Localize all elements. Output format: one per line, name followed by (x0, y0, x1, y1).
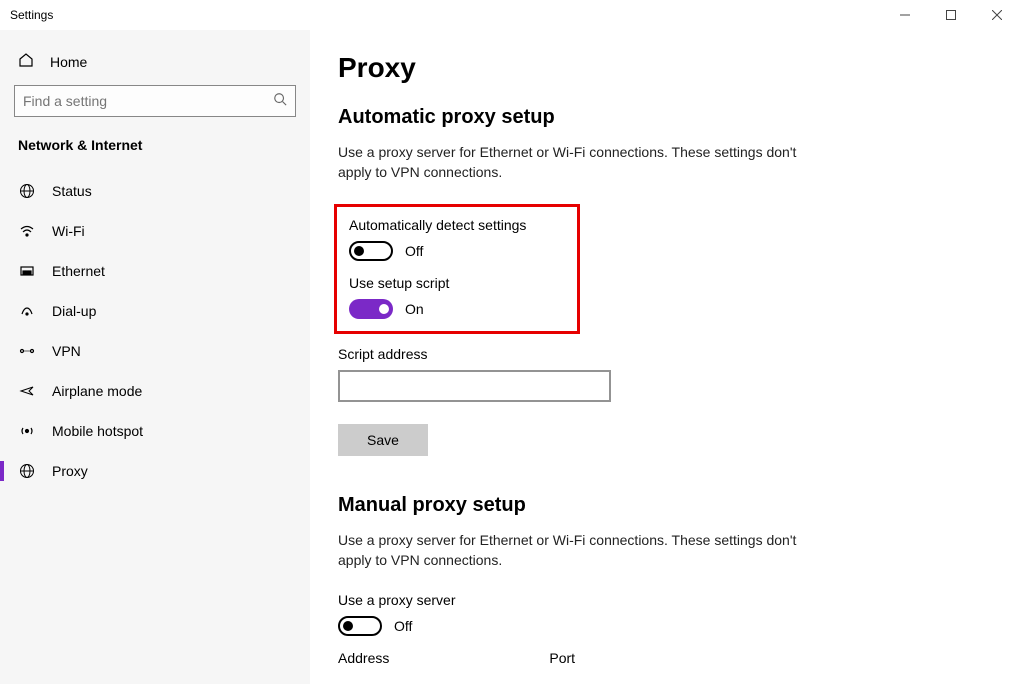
nav-label: Proxy (52, 463, 88, 479)
manual-section-desc: Use a proxy server for Ethernet or Wi-Fi… (338, 531, 798, 570)
sidebar-item-proxy[interactable]: Proxy (14, 451, 296, 491)
auto-detect-toggle[interactable] (349, 241, 393, 261)
setup-script-state: On (405, 301, 424, 317)
auto-section-heading: Automatic proxy setup (338, 106, 992, 129)
manual-address-label: Address (338, 650, 389, 666)
nav-label: Dial-up (52, 303, 96, 319)
script-address-input[interactable] (338, 370, 611, 402)
maximize-button[interactable] (928, 0, 974, 30)
sidebar-item-wifi[interactable]: Wi-Fi (14, 211, 296, 251)
main-content: Proxy Automatic proxy setup Use a proxy … (310, 30, 1020, 684)
window-title: Settings (10, 8, 53, 22)
use-proxy-label: Use a proxy server (338, 592, 992, 608)
manual-section-heading: Manual proxy setup (338, 494, 992, 517)
page-title: Proxy (338, 52, 992, 84)
nav-label: VPN (52, 343, 81, 359)
window-controls (882, 0, 1020, 30)
wifi-icon (18, 223, 36, 239)
airplane-icon (18, 383, 36, 399)
proxy-icon (18, 463, 36, 479)
script-address-label: Script address (338, 346, 992, 362)
search-box[interactable] (14, 85, 296, 117)
hotspot-icon (18, 423, 36, 439)
home-icon (18, 52, 34, 71)
use-proxy-toggle[interactable] (338, 616, 382, 636)
nav-label: Ethernet (52, 263, 105, 279)
sidebar-item-vpn[interactable]: VPN (14, 331, 296, 371)
save-button[interactable]: Save (338, 424, 428, 456)
close-button[interactable] (974, 0, 1020, 30)
sidebar-item-dialup[interactable]: Dial-up (14, 291, 296, 331)
minimize-button[interactable] (882, 0, 928, 30)
dialup-icon (18, 303, 36, 319)
use-proxy-state: Off (394, 618, 412, 634)
search-input[interactable] (23, 93, 273, 109)
home-label: Home (50, 54, 87, 70)
section-title: Network & Internet (14, 137, 296, 153)
ethernet-icon (18, 263, 36, 279)
nav-label: Mobile hotspot (52, 423, 143, 439)
globe-icon (18, 183, 36, 199)
auto-detect-state: Off (405, 243, 423, 259)
nav-list: Status Wi-Fi Ethernet Dial-up VPN Airpla… (14, 171, 296, 491)
nav-label: Wi-Fi (52, 223, 85, 239)
auto-section-desc: Use a proxy server for Ethernet or Wi-Fi… (338, 143, 798, 182)
sidebar: Home Network & Internet Status Wi-Fi Eth… (0, 30, 310, 684)
home-link[interactable]: Home (14, 48, 296, 85)
sidebar-item-ethernet[interactable]: Ethernet (14, 251, 296, 291)
nav-label: Status (52, 183, 92, 199)
search-icon (273, 92, 287, 111)
sidebar-item-status[interactable]: Status (14, 171, 296, 211)
titlebar: Settings (0, 0, 1020, 30)
highlight-annotation: Automatically detect settings Off Use se… (334, 204, 580, 334)
auto-detect-label: Automatically detect settings (349, 217, 565, 233)
vpn-icon (18, 343, 36, 359)
nav-label: Airplane mode (52, 383, 142, 399)
sidebar-item-airplane[interactable]: Airplane mode (14, 371, 296, 411)
manual-port-label: Port (549, 650, 575, 666)
setup-script-label: Use setup script (349, 275, 565, 291)
setup-script-toggle[interactable] (349, 299, 393, 319)
sidebar-item-hotspot[interactable]: Mobile hotspot (14, 411, 296, 451)
